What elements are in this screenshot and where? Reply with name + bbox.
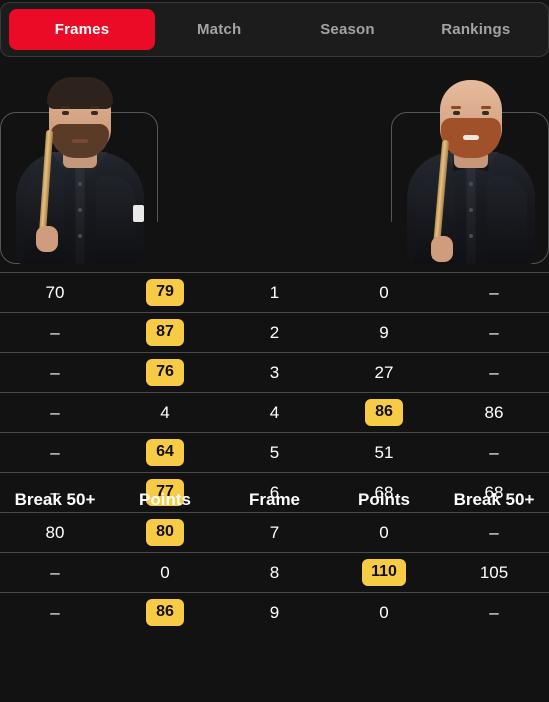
cell-frame: 9 xyxy=(269,602,280,622)
tab-rankings-label: Rankings xyxy=(441,21,511,38)
cell-points-right: 86 xyxy=(365,399,403,426)
cell-frame: 1 xyxy=(269,282,280,302)
cell-break-left: 70 xyxy=(45,282,65,302)
table-row[interactable]: – 0 8 110 105 xyxy=(0,552,549,592)
cell-frame: 4 xyxy=(269,402,280,422)
cell-points-left: 86 xyxy=(146,599,184,626)
cell-points-left: 76 xyxy=(146,359,184,386)
table-row[interactable]: – 76 3 27 – xyxy=(0,352,549,392)
tab-match-label: Match xyxy=(196,21,242,38)
player-photo-left xyxy=(0,64,161,264)
player-card-right[interactable] xyxy=(389,57,549,270)
cell-break-left: – xyxy=(50,322,60,342)
tab-frames-label: Frames xyxy=(54,21,110,38)
header-break-right: Break 50+ xyxy=(453,490,535,509)
cell-break-right: – xyxy=(489,362,499,382)
cell-points-left: 79 xyxy=(146,279,184,306)
cell-points-left: 4 xyxy=(160,402,170,422)
tab-frames[interactable]: Frames xyxy=(9,9,155,50)
shirt-patch-icon xyxy=(133,205,144,222)
cell-frame: 8 xyxy=(269,562,280,582)
cell-points-right: 110 xyxy=(362,559,406,586)
frames-page: Frames Match Season Rankings Break 50+ P… xyxy=(0,0,549,702)
cell-break-left: – xyxy=(50,602,60,622)
cell-break-right: – xyxy=(489,602,499,622)
cell-points-left: 64 xyxy=(146,439,184,466)
table-row[interactable]: 70 79 1 0 – xyxy=(0,272,549,312)
player-photo-right xyxy=(389,64,549,264)
header-points-right: Points xyxy=(358,490,410,509)
cell-points-left: 87 xyxy=(146,319,184,346)
header-frame: Frame xyxy=(248,490,301,509)
tab-match[interactable]: Match xyxy=(155,9,283,50)
tab-rankings[interactable]: Rankings xyxy=(412,9,540,50)
table-header-row: Break 50+ Points Frame Points Break 50+ xyxy=(0,476,549,524)
cell-frame: 5 xyxy=(269,442,280,462)
player-card-left[interactable] xyxy=(0,57,161,270)
table-row[interactable]: – 87 2 9 – xyxy=(0,312,549,352)
frames-table: Break 50+ Points Frame Points Break 50+ … xyxy=(0,272,549,632)
cell-break-right: 86 xyxy=(484,402,504,422)
table-row[interactable]: – 64 5 51 – xyxy=(0,432,549,472)
cell-break-right: – xyxy=(489,522,499,542)
cell-break-left: – xyxy=(50,402,60,422)
cell-points-right: 0 xyxy=(379,282,389,302)
cell-break-left: 80 xyxy=(45,522,65,542)
cell-frame: 2 xyxy=(269,322,280,342)
header-points-left: Points xyxy=(139,490,191,509)
table-row[interactable]: – 86 9 0 – xyxy=(0,592,549,632)
cell-points-right: 0 xyxy=(379,522,389,542)
cell-frame: 7 xyxy=(269,522,280,542)
header-break-left: Break 50+ xyxy=(14,490,96,509)
tab-season[interactable]: Season xyxy=(283,9,411,50)
table-row[interactable]: – 4 4 86 86 xyxy=(0,392,549,432)
cell-break-left: – xyxy=(50,442,60,462)
cell-points-left: 0 xyxy=(160,562,170,582)
cell-break-right: – xyxy=(489,282,499,302)
cell-break-left: – xyxy=(50,362,60,382)
tab-season-label: Season xyxy=(320,21,375,38)
cell-points-right: 0 xyxy=(379,602,389,622)
cell-break-right: – xyxy=(489,442,499,462)
cell-break-right: 105 xyxy=(479,562,509,582)
cell-points-right: 27 xyxy=(374,362,394,382)
cell-points-right: 51 xyxy=(374,442,394,462)
cell-points-right: 9 xyxy=(379,322,389,342)
cell-break-left: – xyxy=(50,562,60,582)
cell-frame: 3 xyxy=(269,362,280,382)
cell-break-right: – xyxy=(489,322,499,342)
tab-bar: Frames Match Season Rankings xyxy=(0,2,549,57)
players-section xyxy=(0,57,549,270)
